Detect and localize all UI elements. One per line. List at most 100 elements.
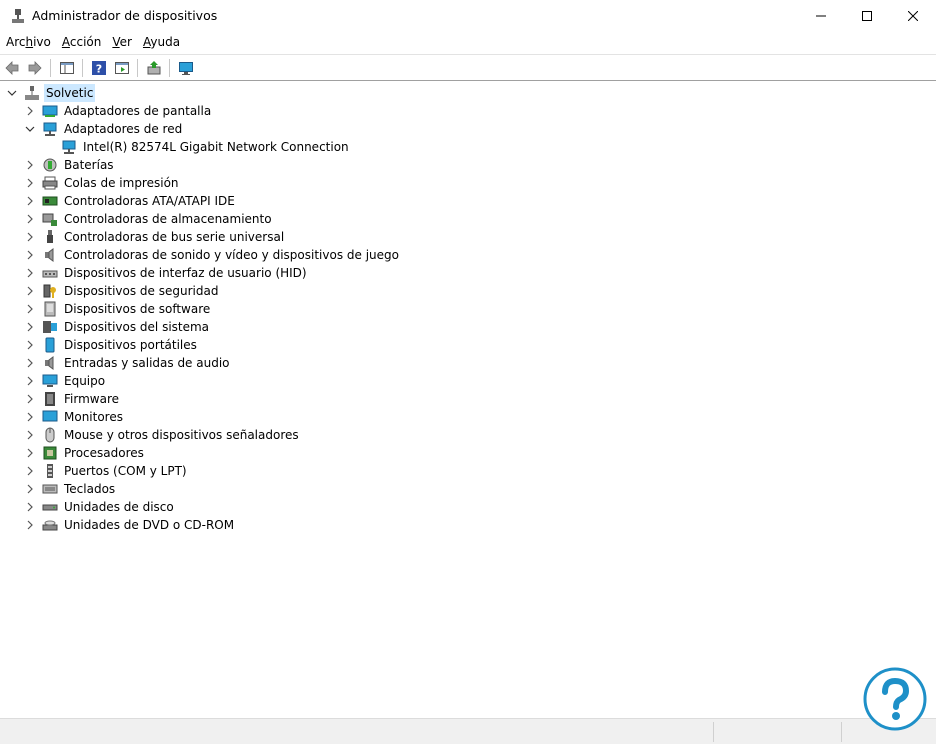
tree-item-label: Controladoras de sonido y vídeo y dispos…	[64, 248, 399, 262]
tree-item-controladoras-de-bus-serie-universal[interactable]: Controladoras de bus serie universal	[24, 228, 286, 246]
chevron-right-icon[interactable]	[24, 462, 36, 480]
mouse-icon	[42, 427, 58, 443]
hid-icon	[42, 265, 58, 281]
toolbar-separator	[50, 58, 51, 77]
show-hide-action-pane-button[interactable]	[111, 57, 133, 79]
tree-item-label: Equipo	[64, 374, 106, 388]
chevron-right-icon[interactable]	[24, 408, 36, 426]
tree-item-label: Monitores	[64, 410, 123, 424]
tree-item-label: Intel(R) 82574L Gigabit Network Connecti…	[83, 140, 349, 154]
help-button[interactable]: ?	[88, 57, 110, 79]
dvd-drive-icon	[42, 517, 58, 533]
status-cell	[713, 722, 842, 742]
chevron-right-icon[interactable]	[24, 156, 36, 174]
back-button[interactable]	[1, 57, 23, 79]
tree-item-baterias[interactable]: Baterías	[24, 156, 116, 174]
chevron-right-icon[interactable]	[24, 282, 36, 300]
status-bar	[0, 718, 936, 744]
update-driver-button[interactable]	[143, 57, 165, 79]
menu-ayuda[interactable]: Ayuda	[138, 35, 185, 49]
forward-button[interactable]	[24, 57, 46, 79]
chevron-right-icon[interactable]	[24, 246, 36, 264]
close-icon	[908, 10, 918, 21]
speaker-icon	[42, 247, 58, 263]
speaker-icon	[42, 355, 58, 371]
chevron-right-icon[interactable]	[24, 372, 36, 390]
chevron-right-icon[interactable]	[24, 174, 36, 192]
tree-item-label: Colas de impresión	[64, 176, 179, 190]
tree-item-colas-de-impresion[interactable]: Colas de impresión	[24, 174, 181, 192]
toolbar-separator	[82, 58, 83, 77]
tree-item-dispositivos-del-sistema[interactable]: Dispositivos del sistema	[24, 318, 211, 336]
chevron-right-icon[interactable]	[24, 516, 36, 534]
chevron-right-icon[interactable]	[24, 210, 36, 228]
tree-item-label: Teclados	[64, 482, 116, 496]
tree-item-puertos-com-y-lpt[interactable]: Puertos (COM y LPT)	[24, 462, 189, 480]
tree-item-label: Adaptadores de red	[64, 122, 183, 136]
tree-item-label: Dispositivos portátiles	[64, 338, 197, 352]
toolbar-separator	[169, 58, 170, 77]
scan-hardware-icon	[179, 61, 193, 75]
tree-item-dispositivos-de-seguridad[interactable]: Dispositivos de seguridad	[24, 282, 220, 300]
chevron-right-icon[interactable]	[24, 480, 36, 498]
tree-item-label: Dispositivos del sistema	[64, 320, 210, 334]
tree-item-mouse-y-otros-dispositivos-senaladores[interactable]: Mouse y otros dispositivos señaladores	[24, 426, 301, 444]
port-icon	[42, 463, 58, 479]
chevron-right-icon[interactable]	[24, 444, 36, 462]
tree-item-label: Dispositivos de seguridad	[64, 284, 219, 298]
toolbar: ?	[0, 54, 936, 81]
minimize-button[interactable]	[798, 0, 844, 31]
question-mark-logo-icon	[863, 667, 927, 731]
chevron-right-icon[interactable]	[24, 354, 36, 372]
tree-item-unidades-de-disco[interactable]: Unidades de disco	[24, 498, 176, 516]
chevron-right-icon[interactable]	[24, 300, 36, 318]
chevron-down-icon[interactable]	[24, 120, 36, 138]
chevron-right-icon[interactable]	[24, 264, 36, 282]
tree-item-adaptadores-de-pantalla[interactable]: Adaptadores de pantalla	[24, 102, 213, 120]
chevron-right-icon[interactable]	[24, 390, 36, 408]
tree-item-firmware[interactable]: Firmware	[24, 390, 121, 408]
chevron-right-icon[interactable]	[24, 318, 36, 336]
tree-item-label: Mouse y otros dispositivos señaladores	[64, 428, 299, 442]
tree-item-equipo[interactable]: Equipo	[24, 372, 107, 390]
title-bar: Administrador de dispositivos	[0, 0, 936, 31]
chevron-right-icon[interactable]	[24, 498, 36, 516]
tree-root-solvetic[interactable]: Solvetic	[6, 84, 96, 102]
show-hide-console-tree-button[interactable]	[56, 57, 78, 79]
chevron-right-icon[interactable]	[24, 192, 36, 210]
tree-item-adaptadores-de-red[interactable]: Adaptadores de red	[24, 120, 184, 138]
security-key-icon	[42, 283, 58, 299]
system-device-icon	[42, 319, 58, 335]
tree-item-controladoras-ata-atapi-ide[interactable]: Controladoras ATA/ATAPI IDE	[24, 192, 237, 210]
tree-item-entradas-y-salidas-de-audio[interactable]: Entradas y salidas de audio	[24, 354, 232, 372]
tree-item-label: Dispositivos de software	[64, 302, 211, 316]
tree-item-label: Adaptadores de pantalla	[64, 104, 212, 118]
tree-item-teclados[interactable]: Teclados	[24, 480, 117, 498]
tree-item-intel-r-82574l-gigabit-network-connection[interactable]: Intel(R) 82574L Gigabit Network Connecti…	[43, 138, 351, 156]
chevron-right-icon[interactable]	[24, 336, 36, 354]
tree-item-monitores[interactable]: Monitores	[24, 408, 125, 426]
tree-item-dispositivos-portatiles[interactable]: Dispositivos portátiles	[24, 336, 199, 354]
menu-accion[interactable]: Acción	[57, 35, 106, 49]
menu-ver[interactable]: Ver	[107, 35, 137, 49]
chevron-right-icon[interactable]	[24, 228, 36, 246]
tree-item-label: Controladoras de almacenamiento	[64, 212, 272, 226]
ide-controller-icon	[42, 193, 58, 209]
computer-network-icon	[24, 85, 40, 101]
tree-item-controladoras-de-almacenamiento[interactable]: Controladoras de almacenamiento	[24, 210, 274, 228]
tree-item-unidades-de-dvd-o-cd-rom[interactable]: Unidades de DVD o CD-ROM	[24, 516, 236, 534]
printer-icon	[42, 175, 58, 191]
processor-icon	[42, 445, 58, 461]
tree-item-dispositivos-de-interfaz-de-usuario-hid[interactable]: Dispositivos de interfaz de usuario (HID…	[24, 264, 309, 282]
scan-hardware-button[interactable]	[175, 57, 197, 79]
tree-item-procesadores[interactable]: Procesadores	[24, 444, 146, 462]
tree-item-dispositivos-de-software[interactable]: Dispositivos de software	[24, 300, 212, 318]
chevron-right-icon[interactable]	[24, 426, 36, 444]
maximize-button[interactable]	[844, 0, 890, 31]
close-button[interactable]	[890, 0, 936, 31]
keyboard-icon	[42, 481, 58, 497]
chevron-right-icon[interactable]	[24, 102, 36, 120]
tree-item-controladoras-de-sonido-y-video-y-dispositivos-de-juego[interactable]: Controladoras de sonido y vídeo y dispos…	[24, 246, 401, 264]
menu-archivo[interactable]: Archivo	[1, 35, 56, 49]
chevron-down-icon[interactable]	[6, 84, 18, 102]
